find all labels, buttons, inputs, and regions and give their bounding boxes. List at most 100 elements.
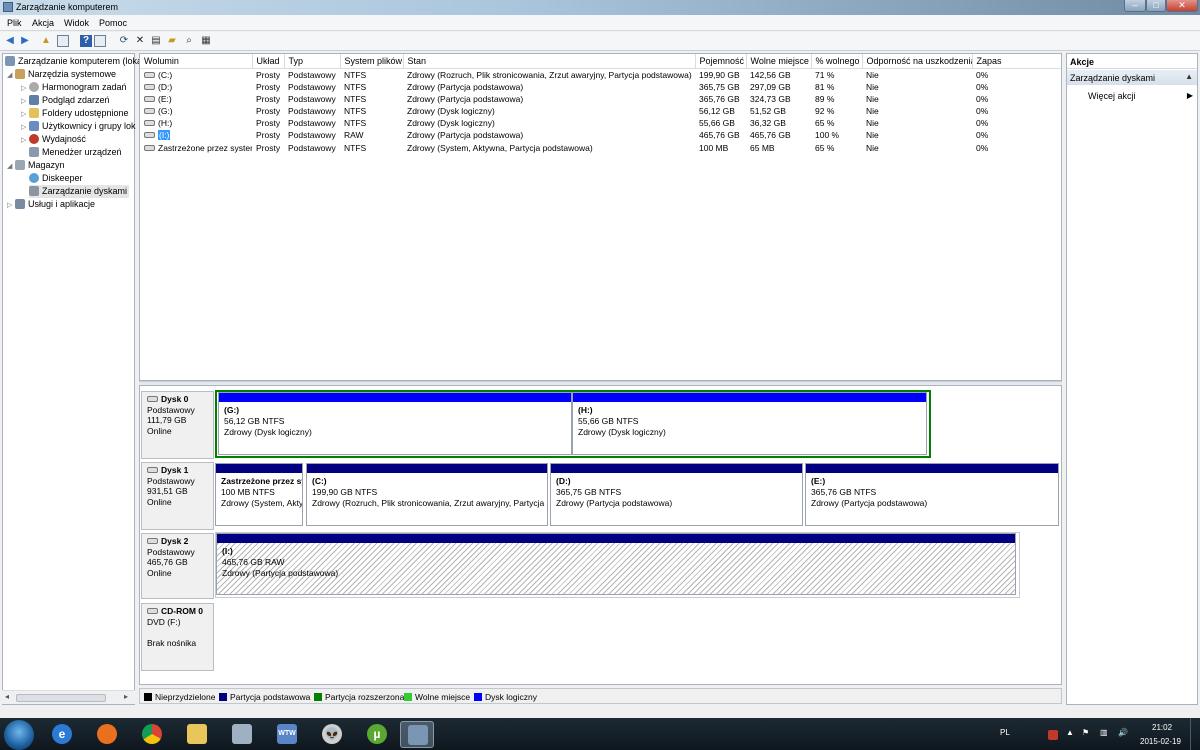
clock-time[interactable]: 21:02	[1152, 723, 1172, 732]
search-icon[interactable]: ⌕	[183, 35, 195, 47]
partition-d[interactable]: (D:) 365,75 GB NTFS Zdrowy (Partycja podst…	[550, 463, 803, 526]
taskbar-app-7[interactable]: 👽	[315, 721, 349, 748]
col-header-volume[interactable]: Wolumin	[140, 54, 253, 69]
close-button[interactable]: ✕	[1166, 0, 1198, 12]
tree-item-disk-management[interactable]: Zarządzanie dyskami	[29, 185, 130, 198]
partition-c[interactable]: (C:) 199,90 GB NTFS Zdrowy (Rozruch, Plik …	[306, 463, 548, 526]
scrollbar-thumb[interactable]	[16, 694, 106, 702]
col-header-status[interactable]: Stan	[403, 54, 696, 69]
volume-cell-layout: Prosty	[256, 105, 281, 116]
show-action-pane-icon[interactable]	[94, 35, 106, 47]
col-header-layout[interactable]: Układ	[252, 54, 285, 69]
volume-icon	[144, 83, 155, 90]
tree-item-device-manager[interactable]: Menedżer urządzeń	[29, 146, 122, 159]
tree-item-diskeeper[interactable]: Diskeeper	[29, 172, 83, 185]
actions-section-disk-management[interactable]: Zarządzanie dyskami ▲	[1067, 70, 1197, 85]
taskbar-app-5[interactable]	[225, 721, 259, 748]
cdrom-0-label[interactable]: CD-ROM 0 DVD (F:) Brak nośnika	[141, 603, 214, 671]
show-desktop-button[interactable]	[1190, 718, 1200, 750]
start-button[interactable]	[4, 720, 34, 750]
col-header-overhead[interactable]: Zapas	[972, 54, 1061, 69]
taskbar-computer-management[interactable]	[400, 721, 434, 748]
collapse-arrow-icon[interactable]: ▲	[1185, 72, 1193, 81]
col-header-type[interactable]: Typ	[284, 54, 341, 69]
taskbar-utorrent[interactable]: µ	[360, 721, 394, 748]
volume-cell-free: 51,52 GB	[750, 105, 786, 116]
tree-item-shared-folders[interactable]: ▷ Foldery udostępnione	[21, 107, 129, 120]
expanded-arrow-icon[interactable]: ◢	[7, 69, 15, 82]
menu-view[interactable]: Widok	[64, 18, 89, 28]
volume-row[interactable]: (I:) Prosty Podstawowy RAW Zdrowy (Partycja …	[140, 129, 1061, 141]
menu-help[interactable]: Pomoc	[99, 18, 127, 28]
app-tile-icon: WTW	[277, 724, 297, 744]
col-header-filesystem[interactable]: System plików	[340, 54, 404, 69]
export-list-icon[interactable]: ▦	[200, 35, 212, 47]
language-indicator[interactable]: PL	[1000, 728, 1010, 737]
properties-icon[interactable]: ▤	[150, 35, 162, 47]
taskbar-explorer[interactable]	[180, 721, 214, 748]
collapsed-arrow-icon[interactable]: ▷	[7, 199, 15, 212]
up-folder-icon[interactable]: ▲	[40, 35, 52, 47]
open-folder-icon[interactable]: ▰	[166, 35, 178, 47]
show-hide-tree-icon[interactable]	[57, 35, 69, 47]
menu-action[interactable]: Akcja	[32, 18, 54, 28]
legend-swatch	[144, 693, 152, 701]
delete-icon[interactable]: ✕	[134, 35, 146, 47]
col-header-percent-free[interactable]: % wolnego	[811, 54, 863, 69]
volume-cell-overhead: 0%	[976, 130, 989, 141]
forward-arrow-icon[interactable]: ▶	[19, 35, 31, 47]
tree-item-system-tools[interactable]: ◢ Narzędzia systemowe	[7, 68, 116, 81]
maximize-button[interactable]: □	[1146, 0, 1166, 12]
tree-item-services-apps[interactable]: ▷ Usługi i aplikacje	[7, 198, 95, 211]
disk-1-label[interactable]: Dysk 1 Podstawowy 931,51 GB Online	[141, 462, 214, 530]
tray-expand-icon[interactable]: ▲	[1066, 728, 1074, 737]
network-icon[interactable]: ▥	[1100, 728, 1108, 737]
clock-date[interactable]: 2015-02-19	[1140, 737, 1181, 746]
tree-horizontal-scrollbar[interactable]: ◂ ▸	[2, 690, 135, 704]
taskbar-internet-explorer[interactable]: e	[45, 721, 79, 748]
volume-row[interactable]: (E:) Prosty Podstawowy NTFS Zdrowy (Partycja…	[140, 93, 1061, 105]
disk-2-label[interactable]: Dysk 2 Podstawowy 465,76 GB Online	[141, 533, 214, 599]
collapsed-arrow-icon[interactable]: ▷	[21, 134, 29, 147]
volume-row[interactable]: (C:) Prosty Podstawowy NTFS Zdrowy (Rozruch,…	[140, 68, 1061, 81]
partition-i[interactable]: (I:) 465,76 GB RAW Zdrowy (Partycja podsta…	[216, 533, 1016, 595]
volume-row[interactable]: Zastrzeżone przez system Prosty Podstawowy…	[140, 141, 1061, 153]
more-actions-item[interactable]: Więcej akcji ▶	[1088, 91, 1193, 104]
volume-cell-ft: Nie	[866, 69, 879, 80]
volume-icon[interactable]: 🔊	[1118, 728, 1128, 737]
taskbar-chrome[interactable]	[135, 721, 169, 748]
scroll-left-icon[interactable]: ◂	[5, 692, 9, 701]
menu-file[interactable]: Plik	[7, 18, 22, 28]
expanded-arrow-icon[interactable]: ◢	[7, 160, 15, 173]
help-icon[interactable]: ?	[80, 35, 92, 47]
col-header-capacity[interactable]: Pojemność	[695, 54, 747, 69]
disk-0-label[interactable]: Dysk 0 Podstawowy 111,79 GB Online	[141, 391, 214, 459]
title-bar[interactable]: Zarządzanie komputerem – □ ✕	[0, 0, 1200, 15]
volume-cell-status: Zdrowy (Partycja podstawowa)	[407, 130, 524, 141]
taskbar-firefox[interactable]	[90, 721, 124, 748]
volume-row[interactable]: (H:) Prosty Podstawowy NTFS Zdrowy (Dysk log…	[140, 117, 1061, 129]
tree-item-root[interactable]: Zarządzanie komputerem (lokal	[5, 55, 144, 68]
scroll-right-icon[interactable]: ▸	[124, 692, 128, 701]
tree-item-event-viewer[interactable]: ▷ Podgląd zdarzeń	[21, 94, 110, 107]
col-header-free-space[interactable]: Wolne miejsce	[746, 54, 812, 69]
tree-item-task-scheduler[interactable]: ▷ Harmonogram zadań	[21, 81, 127, 94]
partition-e[interactable]: (E:) 365,76 GB NTFS Zdrowy (Partycja podst…	[805, 463, 1059, 526]
col-header-fault-tolerance[interactable]: Odporność na uszkodzenia	[862, 54, 973, 69]
refresh-icon[interactable]: ⟳	[118, 35, 130, 47]
tree-item-storage[interactable]: ◢ Magazyn	[7, 159, 65, 172]
volume-row[interactable]: (D:) Prosty Podstawowy NTFS Zdrowy (Partycja…	[140, 81, 1061, 93]
action-center-icon[interactable]: ⚑	[1082, 728, 1089, 737]
back-arrow-icon[interactable]: ◀	[4, 35, 16, 47]
volume-row[interactable]: (G:) Prosty Podstawowy NTFS Zdrowy (Dysk log…	[140, 105, 1061, 117]
tree-item-users-groups[interactable]: ▷ Użytkownicy i grupy lok	[21, 120, 136, 133]
tray-app-icon[interactable]	[1048, 730, 1058, 740]
legend-swatch	[404, 693, 412, 701]
taskbar-app-6[interactable]: WTW	[270, 721, 304, 748]
tree-item-performance[interactable]: ▷ Wydajność	[21, 133, 86, 146]
partition-h[interactable]: (H:) 55,66 GB NTFS Zdrowy (Dysk logiczny)	[572, 392, 927, 455]
partition-system-reserved[interactable]: Zastrzeżone przez sy 100 MB NTFS Zdrowy (S…	[215, 463, 303, 526]
primary-partition-band	[307, 464, 547, 473]
partition-g[interactable]: (G:) 56,12 GB NTFS Zdrowy (Dysk logiczny)	[218, 392, 572, 455]
minimize-button[interactable]: –	[1124, 0, 1146, 12]
